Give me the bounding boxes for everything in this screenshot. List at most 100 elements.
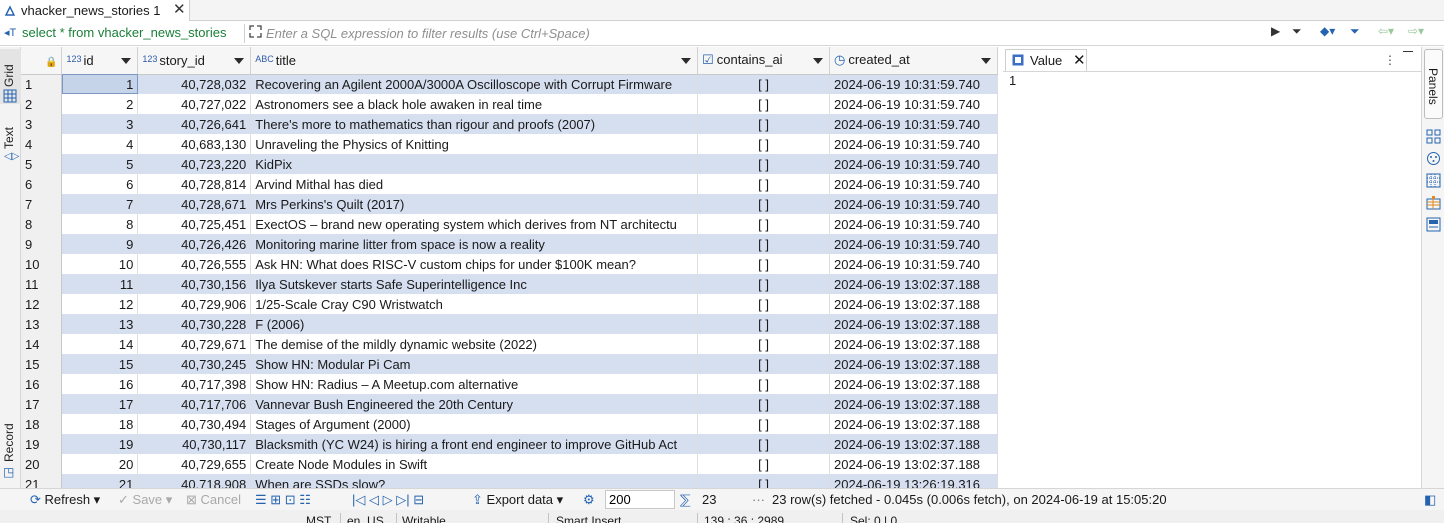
cell-story-id[interactable]: 40,729,671 <box>137 334 252 354</box>
toggle-panel-icon[interactable]: ◧ <box>1424 492 1436 508</box>
cell-created-at[interactable]: 2024-06-19 10:31:59.740 <box>829 214 998 234</box>
cell-contains-ai[interactable]: [ ] <box>697 454 830 474</box>
cell-created-at[interactable]: 2024-06-19 13:02:37.188 <box>829 374 998 394</box>
corner-header[interactable]: 🔒 <box>21 47 63 75</box>
cell-title[interactable]: Arvind Mithal has died <box>250 174 699 194</box>
cell-title[interactable]: 1/25-Scale Cray C90 Wristwatch <box>250 294 699 314</box>
cell-title[interactable]: Monitoring marine litter from space is n… <box>250 234 699 254</box>
column-header-id[interactable]: 123 id <box>61 47 139 75</box>
export-data-button[interactable]: ⇪ Export data ▾ <box>472 492 563 508</box>
table-row[interactable]: 8 8 40,725,451 ExectOS – brand new operatin… <box>21 214 998 234</box>
cell-created-at[interactable]: 2024-06-19 13:02:37.188 <box>829 294 998 314</box>
cell-created-at[interactable]: 2024-06-19 10:31:59.740 <box>829 154 998 174</box>
cell-contains-ai[interactable]: [ ] <box>697 94 830 114</box>
value-content[interactable]: 1 <box>1009 73 1016 88</box>
table-row[interactable]: 3 3 40,726,641 There's more to mathematics … <box>21 114 998 134</box>
cell-story-id[interactable]: 40,728,032 <box>137 74 252 94</box>
table-row[interactable]: 1 1 40,728,032 Recovering an Agilent 2000A/… <box>21 74 998 94</box>
row-number[interactable]: 19 <box>21 434 63 454</box>
row-number[interactable]: 9 <box>21 234 63 254</box>
cell-contains-ai[interactable]: [ ] <box>697 434 830 454</box>
tab-vhacker-news-stories[interactable]: vhacker_news_stories 1 ✕ <box>0 0 190 21</box>
cell-created-at[interactable]: 2024-06-19 10:31:59.740 <box>829 114 998 134</box>
cell-created-at[interactable]: 2024-06-19 13:02:37.188 <box>829 334 998 354</box>
back-arrow-icon[interactable]: ⇦▾ <box>1378 24 1394 38</box>
row-number[interactable]: 1 <box>21 74 63 94</box>
cell-title[interactable]: Show HN: Modular Pi Cam <box>250 354 699 374</box>
cell-title[interactable]: KidPix <box>250 154 699 174</box>
layout-icon[interactable] <box>1426 217 1441 232</box>
cell-id[interactable]: 11 <box>61 274 139 294</box>
grouping-icon[interactable] <box>1426 173 1441 188</box>
cell-contains-ai[interactable]: [ ] <box>697 474 830 488</box>
erase-filter-icon[interactable]: ◆▾ <box>1320 24 1335 38</box>
close-icon[interactable]: ✕ <box>1073 51 1086 69</box>
cell-contains-ai[interactable]: [ ] <box>697 214 830 234</box>
cell-story-id[interactable]: 40,729,906 <box>137 294 252 314</box>
cell-title[interactable]: Blacksmith (YC W24) is hiring a front en… <box>250 434 699 454</box>
cell-contains-ai[interactable]: [ ] <box>697 314 830 334</box>
fetch-all-icon[interactable]: ⅀ <box>680 492 691 508</box>
cell-id[interactable]: 19 <box>61 434 139 454</box>
cell-story-id[interactable]: 40,717,398 <box>137 374 252 394</box>
cell-id[interactable]: 16 <box>61 374 139 394</box>
cell-title[interactable]: Stages of Argument (2000) <box>250 414 699 434</box>
sort-arrow-icon[interactable] <box>121 58 132 64</box>
column-header-title[interactable]: ABC title <box>250 47 699 75</box>
cell-title[interactable]: Show HN: Radius – A Meetup.com alternati… <box>250 374 699 394</box>
cell-created-at[interactable]: 2024-06-19 13:02:37.188 <box>829 454 998 474</box>
row-number[interactable]: 7 <box>21 194 63 214</box>
table-row[interactable]: 21 21 40,718,908 When are SSDs slow?[ ] 2024… <box>21 474 998 488</box>
cell-contains-ai[interactable]: [ ] <box>697 134 830 154</box>
cell-id[interactable]: 20 <box>61 454 139 474</box>
row-number[interactable]: 3 <box>21 114 63 134</box>
value-tab[interactable]: Value ✕ <box>1005 49 1087 71</box>
cell-created-at[interactable]: 2024-06-19 13:02:37.188 <box>829 354 998 374</box>
row-number[interactable]: 16 <box>21 374 63 394</box>
column-header-story-id[interactable]: 123 story_id <box>137 47 252 75</box>
row-number[interactable]: 2 <box>21 94 63 114</box>
cell-story-id[interactable]: 40,730,156 <box>137 274 252 294</box>
cell-id[interactable]: 7 <box>61 194 139 214</box>
cell-title[interactable]: Astronomers see a black hole awaken in r… <box>250 94 699 114</box>
cell-story-id[interactable]: 40,718,908 <box>137 474 252 488</box>
calculator-icon[interactable] <box>1426 129 1441 144</box>
table-row[interactable]: 5 5 40,723,220 KidPix[ ] 2024-06-19 10:31:59… <box>21 154 998 174</box>
close-icon[interactable]: ✕ <box>173 2 186 18</box>
cancel-button[interactable]: ⊠ Cancel <box>186 492 241 508</box>
cell-story-id[interactable]: 40,730,117 <box>137 434 252 454</box>
cell-title[interactable]: Vannevar Bush Engineered the 20th Centur… <box>250 394 699 414</box>
filter-history-icon[interactable]: ⏷ <box>1292 24 1302 39</box>
cell-contains-ai[interactable]: [ ] <box>697 254 830 274</box>
table-row[interactable]: 11 11 40,730,156 Ilya Sutskever starts Safe… <box>21 274 998 294</box>
cell-title[interactable]: Recovering an Agilent 2000A/3000A Oscill… <box>250 74 699 94</box>
filter-input[interactable] <box>266 23 1266 43</box>
cell-id[interactable]: 14 <box>61 334 139 354</box>
cell-id[interactable]: 12 <box>61 294 139 314</box>
cell-title[interactable]: The demise of the mildly dynamic website… <box>250 334 699 354</box>
cell-created-at[interactable]: 2024-06-19 13:02:37.188 <box>829 274 998 294</box>
edit-tools[interactable]: ☰ ⊞ ⊡ ☷ <box>255 492 311 508</box>
cell-title[interactable]: Ilya Sutskever starts Safe Superintellig… <box>250 274 699 294</box>
cell-id[interactable]: 15 <box>61 354 139 374</box>
filter-icon[interactable]: ⏷ <box>1350 24 1360 39</box>
cell-id[interactable]: 9 <box>61 234 139 254</box>
row-number[interactable]: 15 <box>21 354 63 374</box>
edit-mode[interactable]: Writable <box>402 514 446 523</box>
forward-arrow-icon[interactable]: ⇨▾ <box>1408 24 1424 38</box>
cell-title[interactable]: F (2006) <box>250 314 699 334</box>
table-row[interactable]: 12 12 40,729,906 1/25-Scale Cray C90 Wristw… <box>21 294 998 314</box>
cell-contains-ai[interactable]: [ ] <box>697 114 830 134</box>
minimize-icon[interactable] <box>1403 51 1413 52</box>
table-row[interactable]: 20 20 40,729,655 Create Node Modules in Swi… <box>21 454 998 474</box>
table-row[interactable]: 7 7 40,728,671 Mrs Perkins's Quilt (2017)[ … <box>21 194 998 214</box>
cell-contains-ai[interactable]: [ ] <box>697 394 830 414</box>
cell-story-id[interactable]: 40,723,220 <box>137 154 252 174</box>
grid-view-tab[interactable]: Grid <box>0 49 21 104</box>
metadata-icon[interactable] <box>1426 195 1441 210</box>
cell-created-at[interactable]: 2024-06-19 13:02:37.188 <box>829 414 998 434</box>
cell-title[interactable]: Mrs Perkins's Quilt (2017) <box>250 194 699 214</box>
cell-story-id[interactable]: 40,717,706 <box>137 394 252 414</box>
table-row[interactable]: 4 4 40,683,130 Unraveling the Physics of Kn… <box>21 134 998 154</box>
cell-created-at[interactable]: 2024-06-19 10:31:59.740 <box>829 174 998 194</box>
